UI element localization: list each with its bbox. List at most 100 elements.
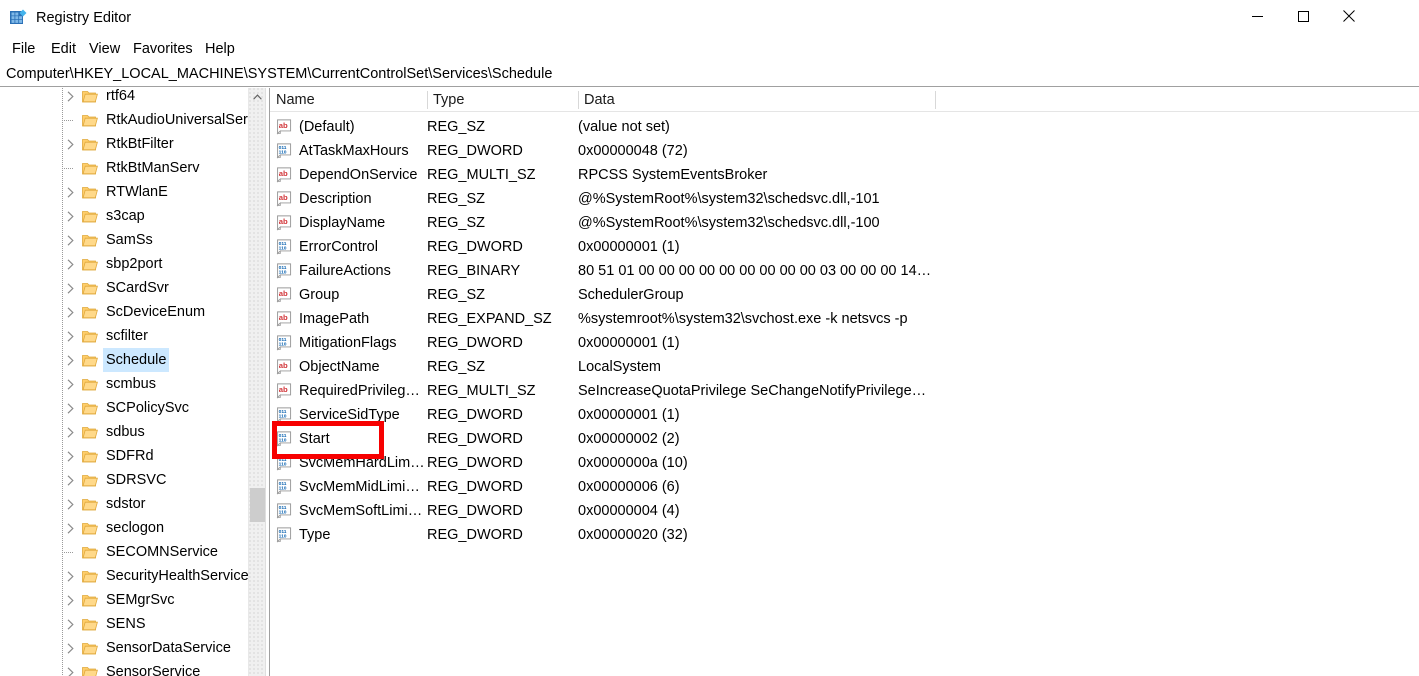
table-row[interactable]: 011 110 ServiceSidType REG_DWORD 0x00000001 … xyxy=(270,403,1419,427)
column-separator[interactable] xyxy=(427,91,428,109)
value-data: RPCSS SystemEventsBroker xyxy=(578,167,768,183)
tree-item-sdfrd[interactable]: SDFRd xyxy=(0,444,248,468)
column-header-type[interactable]: Type xyxy=(427,88,578,112)
tree-item-s3cap[interactable]: s3cap xyxy=(0,204,248,228)
table-row[interactable]: ab ObjectName REG_SZ LocalSystem xyxy=(270,355,1419,379)
table-row[interactable]: ab ImagePath REG_EXPAND_SZ %systemroot%\sys… xyxy=(270,307,1419,331)
tree-item-secomnservice[interactable]: SECOMNService xyxy=(0,540,248,564)
tree-item-securityhealthservice[interactable]: SecurityHealthService xyxy=(0,564,248,588)
tree-item-scpolicysvc[interactable]: SCPolicySvc xyxy=(0,396,248,420)
table-row[interactable]: 011 110 SvcMemSoftLimi… REG_DWORD 0x00000004… xyxy=(270,499,1419,523)
tree-item-schedule[interactable]: Schedule xyxy=(0,348,248,372)
table-row[interactable]: ab DisplayName REG_SZ @%SystemRoot%\system3… xyxy=(270,211,1419,235)
value-type: REG_DWORD xyxy=(427,407,523,423)
tree-item-seclogon[interactable]: seclogon xyxy=(0,516,248,540)
table-row[interactable]: ab Description REG_SZ @%SystemRoot%\system3… xyxy=(270,187,1419,211)
scrollbar-thumb[interactable] xyxy=(250,488,265,522)
tree-item-scmbus[interactable]: scmbus xyxy=(0,372,248,396)
expand-chevron-icon[interactable] xyxy=(62,497,78,511)
menu-item-favorites[interactable]: Favorites xyxy=(127,36,199,62)
expand-chevron-icon[interactable] xyxy=(62,137,78,151)
registry-key-tree[interactable]: rtf64 RtkAudioUniversalSer RtkBtFilter RtkB… xyxy=(0,88,248,676)
tree-item-sensordataservice[interactable]: SensorDataService xyxy=(0,636,248,660)
expand-chevron-icon[interactable] xyxy=(62,521,78,535)
tree-vertical-scrollbar[interactable] xyxy=(248,88,265,676)
expand-chevron-icon[interactable] xyxy=(62,329,78,343)
expand-chevron-icon[interactable] xyxy=(62,185,78,199)
expand-chevron-icon[interactable] xyxy=(62,377,78,391)
expand-chevron-icon[interactable] xyxy=(62,209,78,223)
tree-item-sensorservice[interactable]: SensorService xyxy=(0,660,248,676)
string-value-icon: ab xyxy=(276,191,293,207)
value-type: REG_BINARY xyxy=(427,263,521,279)
value-data: SchedulerGroup xyxy=(578,287,684,303)
tree-item-scdeviceenum[interactable]: ScDeviceEnum xyxy=(0,300,248,324)
table-row[interactable]: ab DependOnService REG_MULTI_SZ RPCSS Syste… xyxy=(270,163,1419,187)
table-row[interactable]: ab (Default) REG_SZ (value not set) xyxy=(270,115,1419,139)
tree-item-label: s3cap xyxy=(106,208,145,224)
table-row[interactable]: 011 110 ErrorControl REG_DWORD 0x00000001 (1… xyxy=(270,235,1419,259)
tree-item-sdrsvc[interactable]: SDRSVC xyxy=(0,468,248,492)
tree-item-rtf64[interactable]: rtf64 xyxy=(0,88,248,108)
tree-item-scfilter[interactable]: scfilter xyxy=(0,324,248,348)
menu-item-edit[interactable]: Edit xyxy=(45,36,82,62)
tree-item-semgrsvc[interactable]: SEMgrSvc xyxy=(0,588,248,612)
tree-item-sdbus[interactable]: sdbus xyxy=(0,420,248,444)
svg-text:110: 110 xyxy=(279,486,287,492)
tree-item-rtkaudiouniversalser[interactable]: RtkAudioUniversalSer xyxy=(0,108,248,132)
table-row[interactable]: ab RequiredPrivileg… REG_MULTI_SZ SeIncreas… xyxy=(270,379,1419,403)
expand-chevron-icon[interactable] xyxy=(62,593,78,607)
tree-item-sens[interactable]: SENS xyxy=(0,612,248,636)
menu-item-view[interactable]: View xyxy=(83,36,126,62)
maximize-button[interactable] xyxy=(1280,0,1326,32)
expand-chevron-icon[interactable] xyxy=(62,473,78,487)
table-row[interactable]: 011 110 Start REG_DWORD 0x00000002 (2) xyxy=(270,427,1419,451)
expand-chevron-icon[interactable] xyxy=(62,569,78,583)
table-row[interactable]: 011 110 Type REG_DWORD 0x00000020 (32) xyxy=(270,523,1419,547)
svg-text:110: 110 xyxy=(279,246,287,252)
expand-chevron-icon[interactable] xyxy=(62,449,78,463)
expand-chevron-icon[interactable] xyxy=(62,257,78,271)
column-separator[interactable] xyxy=(578,91,579,109)
tree-item-label: RtkBtFilter xyxy=(106,136,174,152)
table-row[interactable]: ab Group REG_SZ SchedulerGroup xyxy=(270,283,1419,307)
tree-item-sbp2port[interactable]: sbp2port xyxy=(0,252,248,276)
expand-chevron-icon[interactable] xyxy=(62,425,78,439)
menu-item-help[interactable]: Help xyxy=(199,36,241,62)
expand-chevron-icon[interactable] xyxy=(62,401,78,415)
tree-item-rtwlane[interactable]: RTWlanE xyxy=(0,180,248,204)
expand-chevron-icon[interactable] xyxy=(62,353,78,367)
table-row[interactable]: 011 110 MitigationFlags REG_DWORD 0x00000001… xyxy=(270,331,1419,355)
column-header-name[interactable]: Name xyxy=(270,88,427,112)
title-bar: Registry Editor xyxy=(0,0,1419,36)
expand-chevron-icon[interactable] xyxy=(62,617,78,631)
column-separator[interactable] xyxy=(935,91,936,109)
scroll-up-button[interactable] xyxy=(249,88,265,105)
folder-icon xyxy=(82,449,98,463)
tree-item-rtkbtmanserv[interactable]: RtkBtManServ xyxy=(0,156,248,180)
address-bar[interactable]: Computer\HKEY_LOCAL_MACHINE\SYSTEM\Curre… xyxy=(0,62,1419,87)
table-row[interactable]: 011 110 AtTaskMaxHours REG_DWORD 0x00000048 … xyxy=(270,139,1419,163)
expand-chevron-icon[interactable] xyxy=(62,233,78,247)
tree-item-rtkbtfilter[interactable]: RtkBtFilter xyxy=(0,132,248,156)
dword-value-icon: 011 110 xyxy=(276,455,293,471)
expand-chevron-icon[interactable] xyxy=(62,665,78,676)
minimize-button[interactable] xyxy=(1234,0,1280,32)
tree-item-scardsvr[interactable]: SCardSvr xyxy=(0,276,248,300)
expand-chevron-icon[interactable] xyxy=(62,641,78,655)
table-row[interactable]: 011 110 FailureActions REG_BINARY 80 51 01 0… xyxy=(270,259,1419,283)
tree-item-sdstor[interactable]: sdstor xyxy=(0,492,248,516)
table-row[interactable]: 011 110 SvcMemMidLimi… REG_DWORD 0x00000006 … xyxy=(270,475,1419,499)
expand-chevron-icon[interactable] xyxy=(62,305,78,319)
menu-item-file[interactable]: File xyxy=(6,36,41,62)
tree-item-label: SamSs xyxy=(106,232,153,248)
column-header-data[interactable]: Data xyxy=(578,88,935,112)
expand-chevron-icon[interactable] xyxy=(62,281,78,295)
tree-item-samss[interactable]: SamSs xyxy=(0,228,248,252)
close-button[interactable] xyxy=(1326,0,1372,32)
table-row[interactable]: 011 110 SvcMemHardLim… REG_DWORD 0x0000000a … xyxy=(270,451,1419,475)
tree-item-label: scmbus xyxy=(106,376,156,392)
expand-chevron-icon[interactable] xyxy=(62,89,78,103)
registry-values-list[interactable]: Name Type Data ab (Default) REG_SZ (value not… xyxy=(270,88,1419,676)
value-type: REG_DWORD xyxy=(427,503,523,519)
